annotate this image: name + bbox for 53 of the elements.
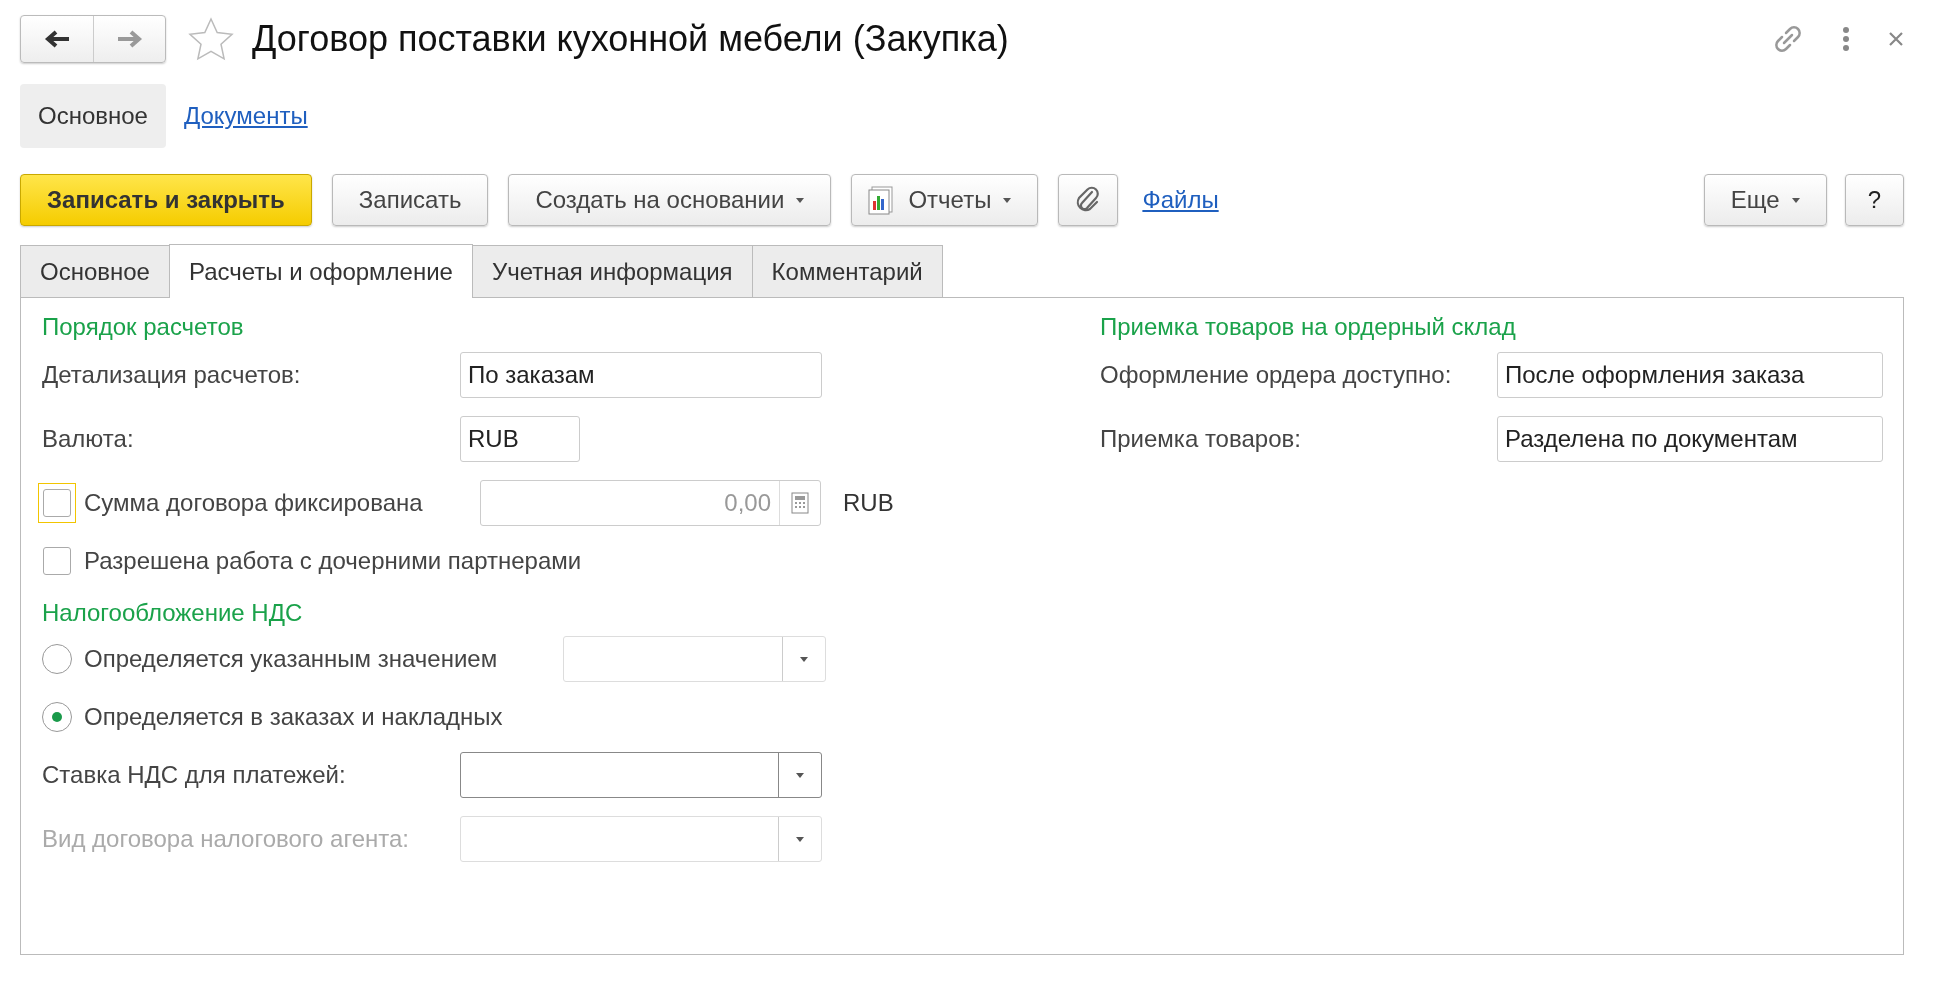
tab[interactable]: Комментарий — [751, 245, 943, 297]
caret-icon — [1791, 197, 1800, 203]
paperclip-icon — [1075, 186, 1102, 214]
radio-button[interactable] — [42, 644, 72, 674]
attach-button[interactable] — [1058, 174, 1119, 226]
tab[interactable]: Расчеты и оформление — [168, 244, 473, 298]
field-label: Ставка НДС для платежей: — [42, 761, 347, 789]
calculator-icon[interactable] — [791, 492, 809, 514]
dropdown-caret-icon — [796, 836, 804, 842]
amount-field: 0,00 — [480, 480, 821, 526]
field-label: Валюта: — [42, 425, 135, 453]
reports-button[interactable]: Отчеты — [851, 174, 1039, 226]
input-field[interactable]: Разделена по документам — [1497, 416, 1883, 462]
toolbar-button[interactable]: ? — [1844, 174, 1904, 226]
save-and-close-button[interactable]: Записать и закрыть — [20, 174, 312, 226]
checkbox[interactable] — [43, 489, 71, 517]
star-icon[interactable] — [188, 17, 234, 61]
tab[interactable]: Учетная информация — [471, 245, 753, 297]
nav-tab[interactable]: Основное — [20, 84, 166, 148]
checkbox-label: Разрешена работа с дочерними партнерами — [84, 547, 582, 575]
section-heading: Налогообложение НДС — [42, 598, 304, 628]
caret-icon — [796, 197, 805, 203]
dropdown-button[interactable]: Еще — [1703, 174, 1827, 226]
field-label: Оформление ордера доступно: — [1100, 361, 1453, 389]
toolbar-button[interactable]: Записать — [331, 174, 489, 226]
radio-button[interactable] — [42, 702, 72, 732]
input-field[interactable]: По заказам — [460, 352, 822, 398]
checkbox[interactable] — [43, 547, 71, 575]
field-label: Детализация расчетов: — [42, 361, 302, 389]
nav-tab[interactable]: Документы — [165, 84, 326, 148]
close-icon[interactable] — [1888, 31, 1904, 47]
files-link[interactable]: Файлы — [1142, 186, 1219, 214]
right-arrow-icon — [116, 30, 143, 48]
dropdown-caret-icon — [800, 656, 808, 662]
radio-label: Определяется указанным значением — [84, 645, 499, 673]
dropdown-caret-icon — [796, 772, 804, 778]
checkbox-label: Сумма договора фиксирована — [84, 489, 424, 517]
window-title: Договор поставки кухонной мебели (Закупка) — [252, 18, 1009, 60]
caret-icon — [1003, 197, 1012, 203]
link-icon[interactable] — [1772, 23, 1804, 55]
radio-label: Определяется в заказах и накладных — [84, 703, 504, 731]
input-field[interactable]: После оформления заказа — [1497, 352, 1883, 398]
dropdown-button[interactable]: Создать на основании — [508, 174, 832, 226]
input-field[interactable]: RUB — [460, 416, 580, 462]
field-label: Приемка товаров: — [1100, 425, 1302, 453]
section-heading: Приемка товаров на ордерный склад — [1100, 312, 1517, 342]
section-heading: Порядок расчетов — [42, 312, 245, 342]
more-icon[interactable] — [1842, 26, 1850, 52]
field-label: Вид договора налогового агента: — [42, 825, 410, 853]
currency-label: RUB — [843, 489, 894, 517]
left-arrow-icon — [44, 30, 70, 48]
tab[interactable]: Основное — [20, 245, 170, 297]
select-field[interactable] — [460, 752, 822, 798]
